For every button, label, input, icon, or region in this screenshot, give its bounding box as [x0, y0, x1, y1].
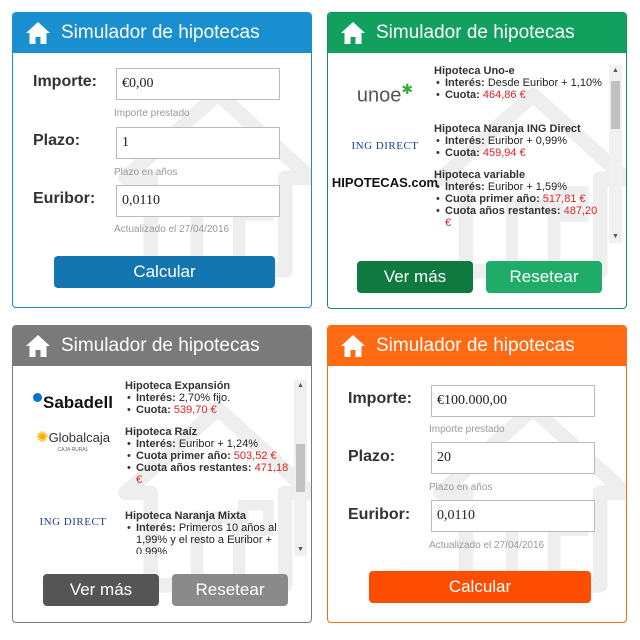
offer-fee-remaining: Cuota años restantes: 471,18 €: [125, 462, 289, 486]
list-item: ✺GlobalcajaCAJA RURAL Hipoteca Raíz Inte…: [21, 426, 289, 510]
arrow-up-icon[interactable]: ▲: [609, 65, 622, 77]
offer-title: Hipoteca Naranja ING Direct: [434, 123, 581, 135]
offers-list: unoe✱ Hipoteca Uno-e Interés: Desde Euri…: [331, 65, 604, 239]
widget-title: Simulador de hipotecas: [376, 335, 575, 356]
arrow-down-icon[interactable]: ▼: [294, 544, 307, 556]
list-item: ING DIRECT Hipoteca Naranja Mixta Interé…: [21, 510, 289, 554]
globalcaja-logo: ✺Globalcaja CAJA RURAL: [35, 429, 110, 453]
resetear-button[interactable]: Resetear: [172, 574, 288, 606]
list-item: Sabadell Hipoteca Expansión Interés: 2,7…: [21, 380, 289, 426]
scrollbar-thumb[interactable]: [296, 444, 305, 492]
widget-header: Simulador de hipotecas: [13, 13, 311, 53]
importe-label: Importe:: [33, 73, 97, 90]
resetear-button[interactable]: Resetear: [486, 261, 602, 293]
euribor-input[interactable]: [116, 185, 280, 217]
offer-rate: Interés: Desde Euribor + 1,10%: [434, 77, 604, 89]
euribor-label: Euribor:: [348, 506, 411, 523]
offer-fee: Cuota: 459,94 €: [434, 147, 604, 159]
euribor-input[interactable]: [431, 500, 595, 532]
offer-rate: Interés: Euribor + 1,59%: [434, 181, 604, 193]
offer-title: Hipoteca variable: [434, 169, 526, 181]
widget-header: Simulador de hipotecas: [328, 326, 626, 366]
scrollbar-thumb[interactable]: [611, 81, 620, 129]
importe-label: Importe:: [348, 390, 412, 407]
widget-header: Simulador de hipotecas: [328, 13, 626, 53]
ver-mas-button[interactable]: Ver más: [357, 261, 473, 293]
plazo-input[interactable]: [431, 442, 595, 474]
offer-fee-first-year: Cuota primer año: 503,52 €: [125, 450, 289, 462]
plazo-label: Plazo:: [33, 132, 81, 149]
plazo-hint: Plazo en años: [114, 167, 178, 178]
ing-direct-logo: ING DIRECT: [351, 140, 419, 152]
widget-title: Simulador de hipotecas: [61, 22, 260, 43]
offer-rate: Interés: Euribor + 1,24%: [125, 438, 289, 450]
importe-input[interactable]: [116, 68, 280, 100]
unoe-logo: unoe✱: [356, 80, 414, 107]
sabadell-logo: Sabadell: [21, 380, 125, 426]
euribor-label: Euribor:: [33, 190, 96, 207]
ver-mas-button[interactable]: Ver más: [43, 574, 159, 606]
importe-hint: Importe prestado: [429, 424, 505, 435]
arrow-up-icon[interactable]: ▲: [294, 380, 307, 392]
house-icon: [26, 22, 50, 44]
importe-hint: Importe prestado: [114, 108, 190, 119]
list-item: unoe✱ Hipoteca Uno-e Interés: Desde Euri…: [336, 65, 604, 123]
offer-fee-remaining: Cuota años restantes: 487,20 €: [434, 205, 604, 229]
offer-fee: Cuota: 464,86 €: [434, 89, 604, 101]
offer-rate: Interés: Euribor + 0,99%: [434, 135, 604, 147]
importe-input[interactable]: [431, 385, 595, 417]
hipotecas-com-logo: HIPOTECAS.com: [331, 175, 439, 190]
offer-title: Hipoteca Expansión: [125, 380, 231, 392]
house-icon: [26, 335, 50, 357]
widget-title: Simulador de hipotecas: [61, 335, 260, 356]
offer-fee-first-year: Cuota primer año: 517,81 €: [434, 193, 604, 205]
calcular-button[interactable]: Calcular: [54, 256, 275, 288]
widget-title: Simulador de hipotecas: [376, 22, 575, 43]
mortgage-simulator-orange: Simulador de hipotecas Importe: Importe …: [327, 325, 627, 623]
house-icon: [341, 22, 365, 44]
offers-list: Sabadell Hipoteca Expansión Interés: 2,7…: [21, 380, 289, 554]
widget-header: Simulador de hipotecas: [13, 326, 311, 366]
offer-title: Hipoteca Naranja Mixta: [125, 510, 247, 522]
offer-title: Hipoteca Uno-e: [434, 65, 515, 77]
scrollbar[interactable]: ▲ ▼: [609, 65, 622, 243]
calcular-button[interactable]: Calcular: [369, 571, 591, 603]
arrow-down-icon[interactable]: ▼: [609, 231, 622, 243]
mortgage-simulator-blue: Simulador de hipotecas Importe: Importe …: [12, 12, 312, 308]
plazo-input[interactable]: [116, 127, 280, 159]
mortgage-simulator-gray: Simulador de hipotecas Sabadell Hipoteca…: [12, 325, 312, 623]
list-item: HIPOTECAS.com Hipoteca variable Interés:…: [331, 169, 604, 239]
plazo-label: Plazo:: [348, 448, 396, 465]
mortgage-simulator-green: Simulador de hipotecas unoe✱ Hipoteca Un…: [327, 12, 627, 309]
scrollbar[interactable]: ▲ ▼: [294, 380, 307, 556]
ing-direct-logo: ING DIRECT: [39, 516, 107, 528]
euribor-hint: Actualizado el 27/04/2016: [114, 224, 230, 235]
offer-title: Hipoteca Raíz: [125, 426, 198, 438]
list-item: ING DIRECT Hipoteca Naranja ING Direct I…: [336, 123, 604, 169]
offer-rate: Interés: 2,70% fijo.: [125, 392, 289, 404]
offer-fee: Cuota: 539,70 €: [125, 404, 289, 416]
house-icon: [341, 335, 365, 357]
offer-rate: Interés: Primeros 10 años al 1,99% y el …: [125, 522, 289, 554]
plazo-hint: Plazo en años: [429, 482, 493, 493]
euribor-hint: Actualizado el 27/04/2016: [429, 540, 545, 551]
